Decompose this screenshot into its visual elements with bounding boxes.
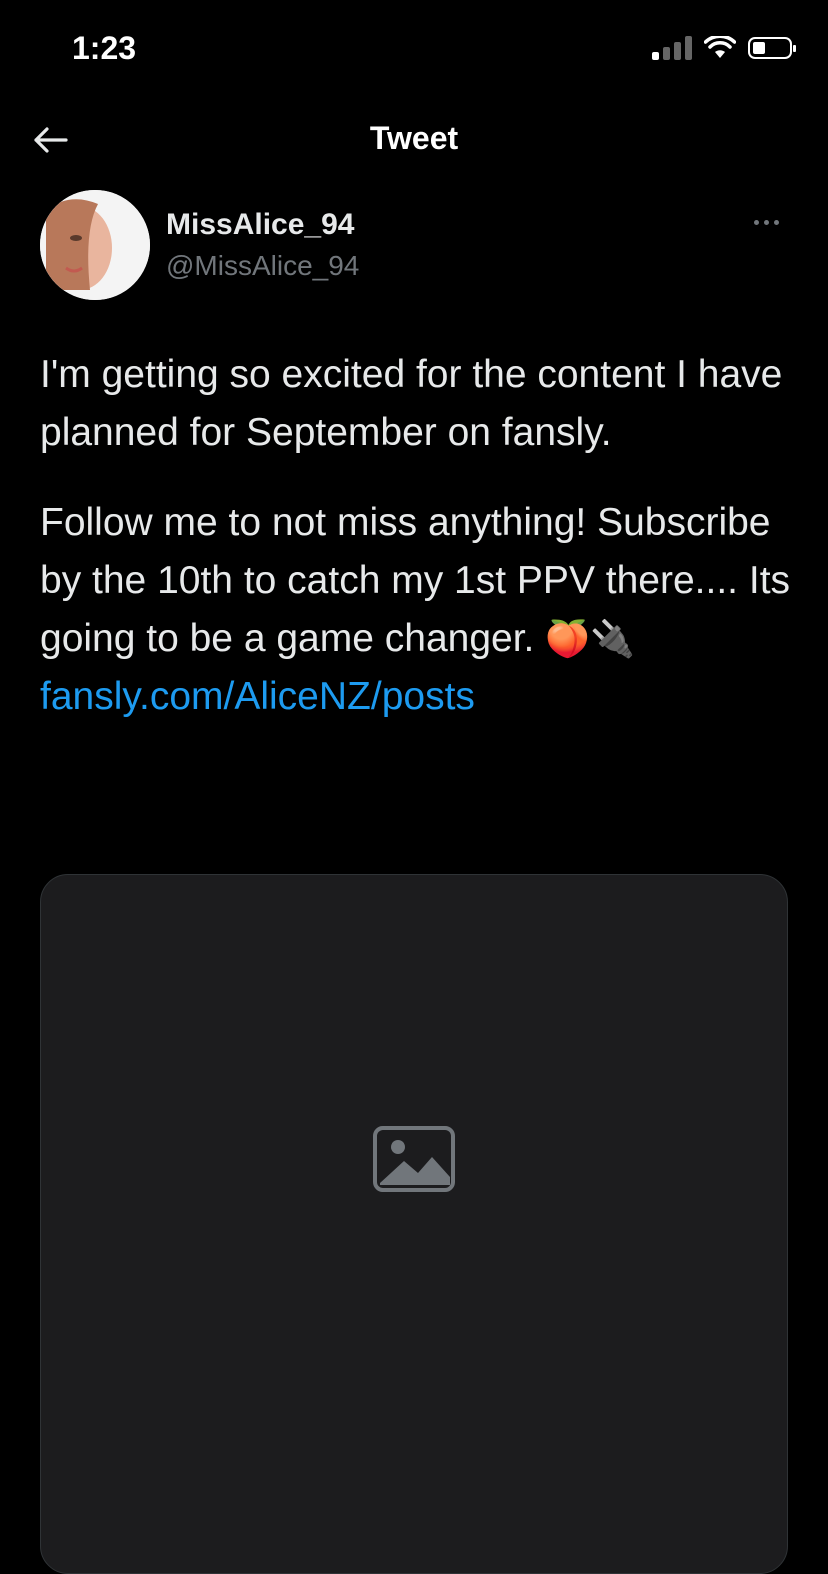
- media-placeholder: [372, 1125, 456, 1193]
- wifi-icon: [704, 36, 736, 58]
- tweet-paragraph-2-text: Follow me to not miss anything! Subscrib…: [40, 501, 791, 660]
- author-handle[interactable]: @MissAlice_94: [166, 250, 359, 282]
- tweet-paragraph-1: I'm getting so excited for the content I…: [40, 353, 783, 454]
- tweet-emojis: 🍑🔌: [545, 618, 635, 659]
- signal-icon: [652, 36, 692, 60]
- tweet-paragraph-2: Follow me to not miss anything! Subscrib…: [40, 494, 800, 726]
- tweet-header: Tweet: [0, 100, 828, 180]
- tweet-media[interactable]: [40, 874, 788, 1574]
- battery-icon: [748, 37, 796, 59]
- status-time: 1:23: [72, 30, 137, 66]
- more-options-button[interactable]: [746, 212, 786, 232]
- more-horizontal-icon: [753, 219, 759, 225]
- avatar[interactable]: [40, 190, 150, 300]
- image-icon: [373, 1126, 455, 1192]
- tweet-link[interactable]: fansly.com/AliceNZ/posts: [40, 668, 475, 726]
- status-bar: 1:23: [0, 0, 828, 100]
- page-title: Tweet: [369, 120, 459, 156]
- tweet-text: I'm getting so excited for the content I…: [40, 346, 800, 726]
- status-icons: [652, 36, 796, 60]
- author-display-name[interactable]: MissAlice_94: [166, 208, 354, 242]
- tweet-author: MissAlice_94 @MissAlice_94: [40, 190, 790, 302]
- avatar-image: [40, 190, 150, 300]
